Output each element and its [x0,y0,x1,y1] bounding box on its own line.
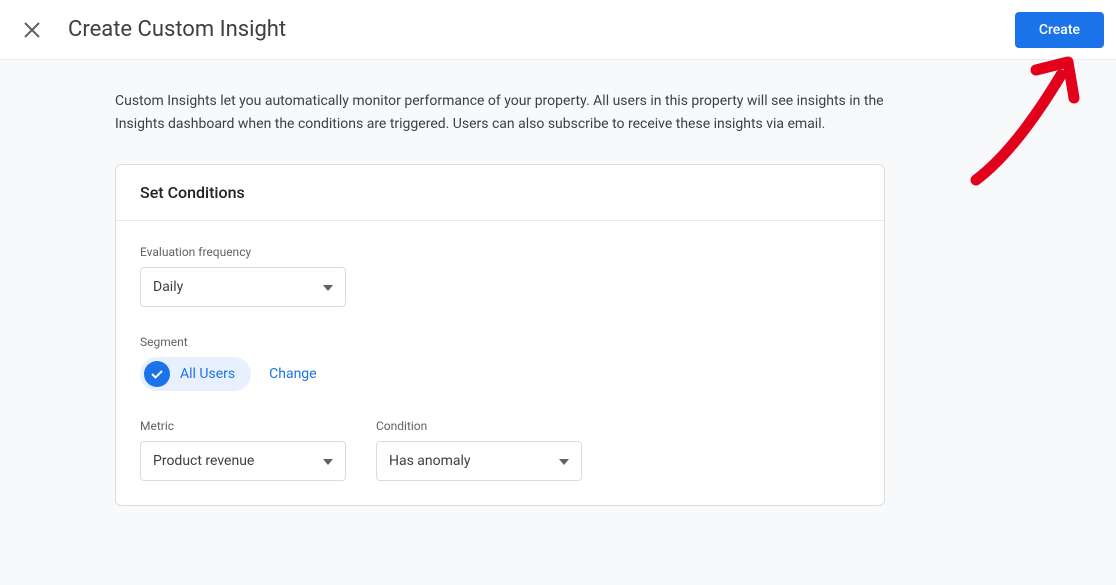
evaluation-frequency-select[interactable]: Daily [140,267,346,307]
condition-label: Condition [376,419,582,433]
segment-label: Segment [140,335,860,349]
header-left: Create Custom Insight [20,17,286,42]
segment-chip[interactable]: All Users [140,357,251,391]
evaluation-frequency-value: Daily [153,279,183,295]
condition-select[interactable]: Has anomaly [376,441,582,481]
condition-field: Condition Has anomaly [376,419,582,481]
segment-field: Segment All Users Change [140,335,860,391]
metric-field: Metric Product revenue [140,419,346,481]
evaluation-frequency-label: Evaluation frequency [140,245,860,259]
description-text: Custom Insights let you automatically mo… [115,90,885,136]
change-segment-link[interactable]: Change [269,366,316,382]
metric-select[interactable]: Product revenue [140,441,346,481]
caret-down-icon [323,279,333,295]
close-icon[interactable] [20,18,44,42]
section-title: Set Conditions [116,165,884,221]
caret-down-icon [559,453,569,469]
metric-label: Metric [140,419,346,433]
content-area: Custom Insights let you automatically mo… [0,60,1116,585]
evaluation-frequency-field: Evaluation frequency Daily [140,245,860,307]
checkmark-icon [144,361,170,387]
page-title: Create Custom Insight [68,17,286,42]
segment-chip-label: All Users [180,366,235,382]
metric-value: Product revenue [153,453,254,469]
conditions-card: Set Conditions Evaluation frequency Dail… [115,164,885,506]
create-button[interactable]: Create [1015,12,1104,48]
caret-down-icon [323,453,333,469]
condition-value: Has anomaly [389,453,471,469]
dialog-header: Create Custom Insight Create [0,0,1116,60]
